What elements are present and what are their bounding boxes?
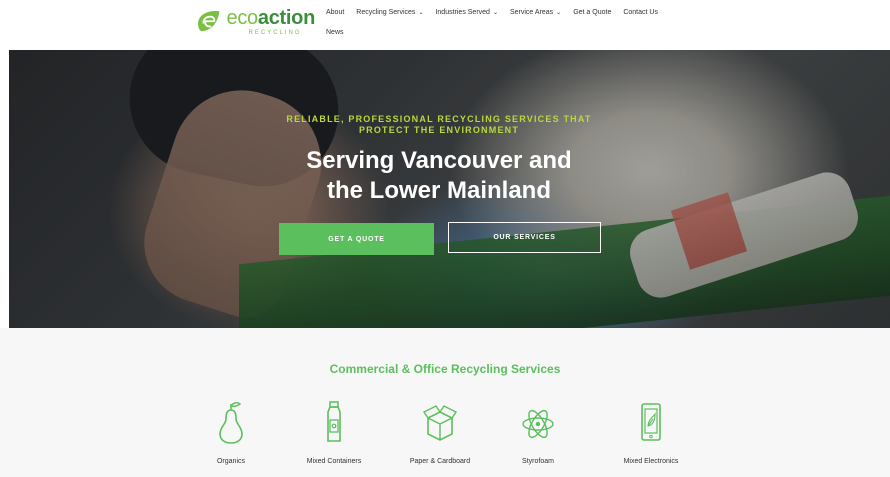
- logo[interactable]: ecoaction RECYCLING: [195, 4, 315, 40]
- nav-news[interactable]: News: [326, 29, 344, 36]
- leaf-logo-icon: [198, 11, 220, 32]
- services-title: Commercial & Office Recycling Services: [329, 362, 561, 376]
- service-styrofoam[interactable]: Styrofoam: [493, 400, 583, 465]
- hero-title-line-1: Serving Vancouver and: [306, 147, 572, 174]
- nav-about[interactable]: About: [326, 9, 344, 16]
- phone-icon: [641, 403, 661, 441]
- chevron-down-icon: ⌄: [556, 9, 562, 16]
- box-icon: [423, 405, 457, 441]
- bottle-icon: [327, 401, 341, 442]
- nav-industries-served[interactable]: Industries Served ⌄: [435, 9, 498, 16]
- service-paper-cardboard[interactable]: Paper & Cardboard: [395, 400, 485, 465]
- service-mixed-containers[interactable]: Mixed Containers: [289, 400, 379, 465]
- nav-contact-us[interactable]: Contact Us: [623, 9, 658, 16]
- chevron-down-icon: ⌄: [492, 9, 498, 16]
- get-a-quote-button[interactable]: GET A QUOTE: [279, 223, 434, 255]
- service-label: Mixed Electronics: [623, 458, 679, 465]
- hero-title: Serving Vancouver and the Lower Mainland: [229, 146, 649, 206]
- service-label: Mixed Containers: [306, 458, 362, 465]
- hero-title-line-2: the Lower Mainland: [326, 177, 551, 204]
- atom-icon: [522, 409, 554, 439]
- service-label: Paper & Cardboard: [409, 458, 471, 465]
- our-services-button[interactable]: OUR SERVICES: [448, 222, 601, 253]
- hero-banner: RELIABLE, PROFESSIONAL RECYCLING SERVICE…: [9, 50, 890, 328]
- site-header: ecoaction RECYCLING About Recycling Serv…: [0, 0, 890, 50]
- logo-subtitle: RECYCLING: [248, 30, 302, 36]
- chevron-down-icon: ⌄: [418, 9, 424, 16]
- hero-tagline: RELIABLE, PROFESSIONAL RECYCLING SERVICE…: [286, 114, 592, 135]
- service-label: Organics: [216, 458, 245, 465]
- nav-service-areas[interactable]: Service Areas ⌄: [510, 9, 561, 16]
- main-nav: About Recycling Services ⌄ Industries Ser…: [326, 6, 706, 38]
- service-organics[interactable]: Organics: [186, 400, 276, 465]
- service-label: Styrofoam: [522, 458, 554, 465]
- services-section: Commercial & Office Recycling Services O…: [0, 328, 890, 477]
- service-mixed-electronics[interactable]: Mixed Electronics: [606, 400, 696, 465]
- pear-icon: [219, 401, 243, 444]
- nav-get-a-quote[interactable]: Get a Quote: [573, 9, 611, 16]
- logo-wordmark: ecoaction: [226, 7, 316, 29]
- nav-recycling-services[interactable]: Recycling Services ⌄: [356, 9, 423, 16]
